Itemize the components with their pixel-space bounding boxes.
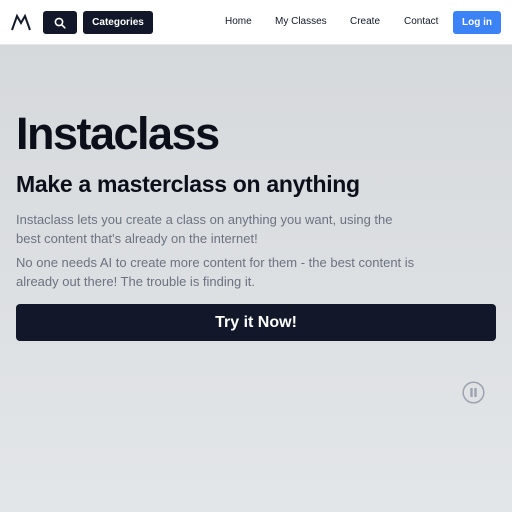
try-it-now-button[interactable]: Try it Now! (16, 304, 496, 341)
nav-link-my-classes[interactable]: My Classes (275, 16, 327, 28)
nav-link-create[interactable]: Create (350, 16, 380, 28)
nav-link-contact[interactable]: Contact (404, 16, 438, 28)
hero-description-1: Instaclass lets you create a class on an… (16, 212, 393, 246)
hero-section: Instaclass Make a masterclass on anythin… (0, 46, 512, 512)
nav-link-home[interactable]: Home (225, 16, 252, 28)
mountain-logo-icon[interactable] (10, 11, 32, 33)
categories-button[interactable]: Categories (83, 11, 153, 34)
top-navbar: Categories Home My Classes Create Contac… (0, 0, 512, 45)
hero-title: Instaclass (16, 108, 220, 159)
hero-subtitle: Make a masterclass on anything (16, 171, 360, 197)
pause-icon[interactable] (462, 381, 485, 404)
login-button[interactable]: Log in (453, 11, 501, 34)
hero-description-2: No one needs AI to create more content f… (16, 255, 415, 289)
search-icon (54, 17, 66, 29)
search-button[interactable] (43, 11, 77, 34)
